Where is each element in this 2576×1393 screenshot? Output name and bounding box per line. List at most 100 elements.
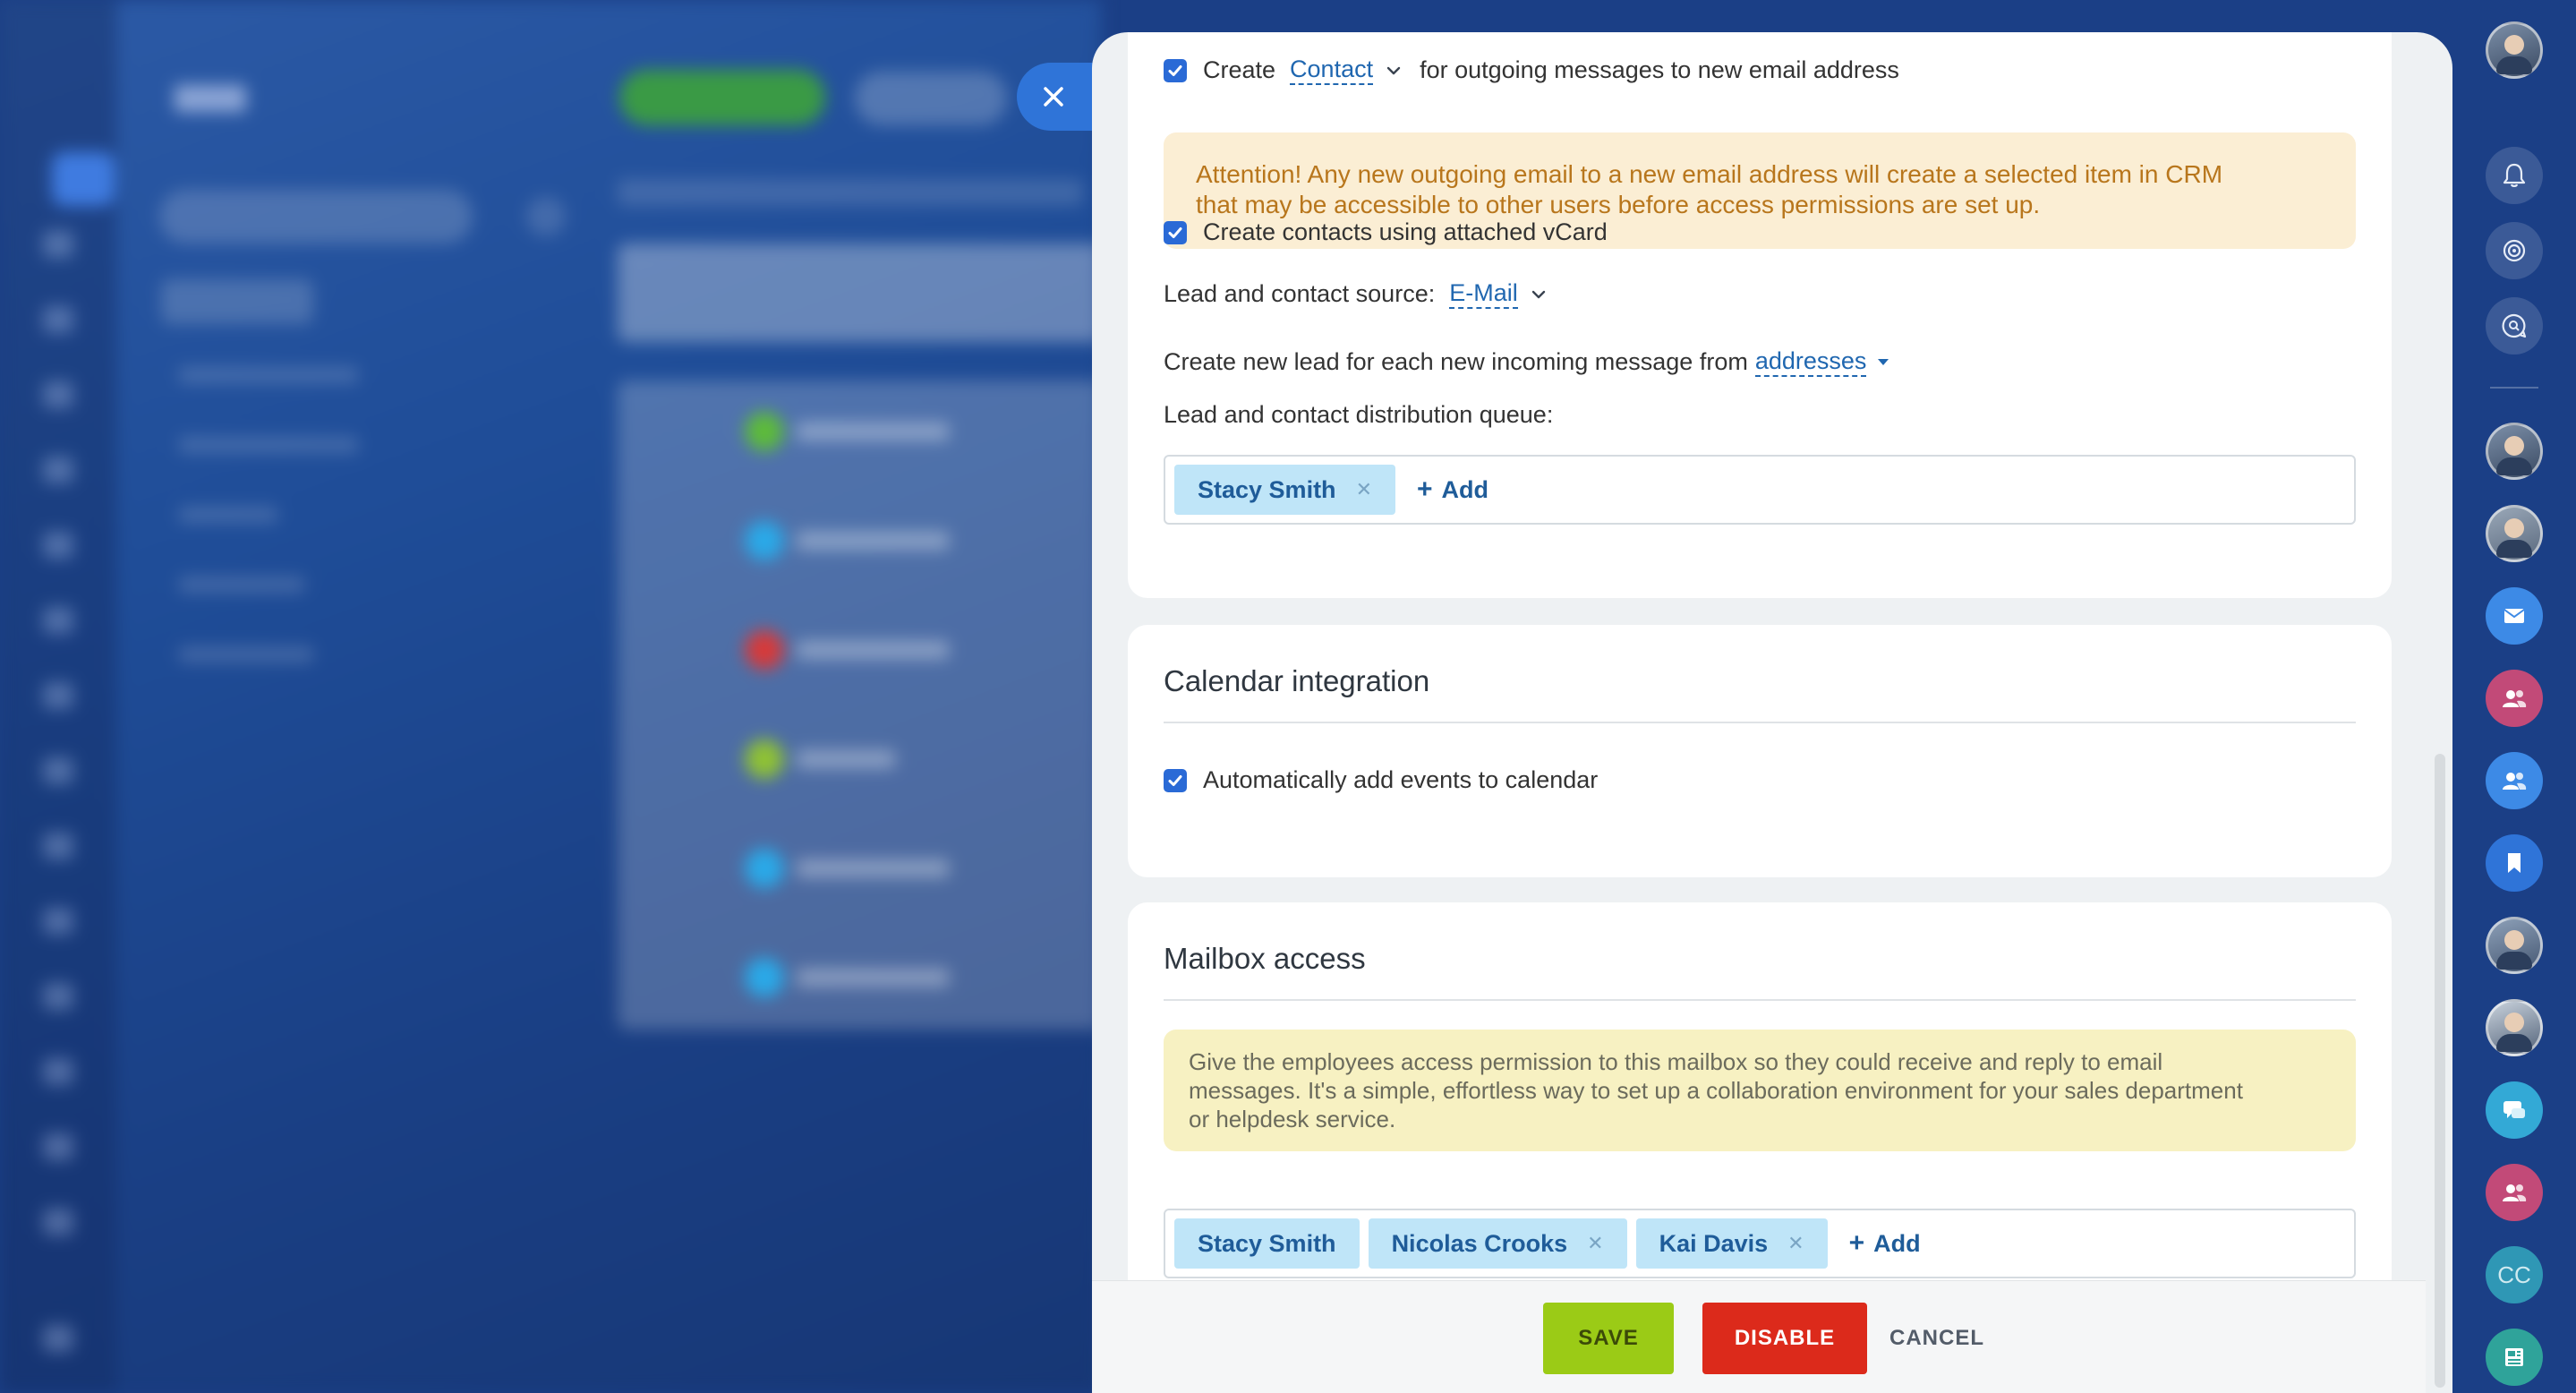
- background-row-avatar: [745, 739, 784, 779]
- chat-search-button[interactable]: [2486, 297, 2543, 355]
- new-lead-label: Create new lead for each new incoming me…: [1164, 348, 1748, 376]
- remove-icon[interactable]: ✕: [1787, 1232, 1804, 1255]
- background-list: [618, 380, 1101, 1030]
- mailbox-access-info: Give the employees access permission to …: [1164, 1030, 2356, 1151]
- background-toolbar: [618, 179, 1083, 206]
- notifications-button[interactable]: [2486, 147, 2543, 204]
- group-chat-button[interactable]: [2486, 670, 2543, 727]
- disable-button[interactable]: DISABLE: [1702, 1303, 1867, 1374]
- bookmark-icon: [2508, 853, 2521, 873]
- remove-icon[interactable]: ✕: [1356, 478, 1372, 501]
- contact-avatar[interactable]: [2486, 917, 2543, 974]
- chevron-down-icon[interactable]: [1384, 61, 1403, 81]
- group-chat-button[interactable]: [2486, 1164, 2543, 1221]
- background-row-text: [797, 532, 949, 550]
- newspaper-icon: [2505, 1348, 2523, 1366]
- chat-bubbles-icon: [2503, 1101, 2525, 1118]
- create-entity-checkbox[interactable]: [1164, 58, 1187, 82]
- save-button[interactable]: SAVE: [1543, 1303, 1674, 1374]
- background-nav-item: [179, 507, 277, 523]
- checkmark-icon: [1168, 774, 1182, 786]
- users-icon: [2503, 773, 2527, 790]
- source-select[interactable]: E-Mail: [1449, 279, 1518, 310]
- background-app: [0, 0, 1101, 1393]
- news-chat-button[interactable]: [2486, 1329, 2543, 1386]
- background-menu-icon: [43, 983, 73, 1010]
- user-chip-name: Kai Davis: [1659, 1229, 1769, 1257]
- goals-button[interactable]: [2486, 222, 2543, 279]
- chat-search-icon: [2502, 313, 2527, 338]
- close-icon: [1044, 87, 1063, 107]
- background-folder: [161, 279, 313, 324]
- background-row-avatar: [745, 958, 784, 997]
- user-avatar[interactable]: [2486, 21, 2543, 79]
- rail-divider: [2490, 387, 2538, 389]
- background-row-avatar: [745, 521, 784, 560]
- group-chat-avatar[interactable]: [2486, 505, 2543, 562]
- checkmark-icon: [1168, 64, 1182, 76]
- caret-down-icon[interactable]: [1877, 358, 1889, 367]
- queue-user-selector[interactable]: Stacy Smith ✕ + Add: [1164, 455, 2356, 525]
- info-line: messages. It's a simple, effortless way …: [1189, 1077, 2243, 1104]
- add-user-button[interactable]: + Add: [1417, 474, 1488, 505]
- panel-footer: SAVE DISABLE CANCEL: [1092, 1280, 2426, 1393]
- background-menu-icon: [43, 1133, 73, 1160]
- queue-row: Lead and contact distribution queue:: [1164, 401, 1553, 429]
- section-title: Mailbox access: [1164, 942, 1366, 975]
- panel-scrollbar[interactable]: [2435, 754, 2445, 1388]
- mailbox-user-selector[interactable]: Stacy Smith Nicolas Crooks ✕ Kai Davis ✕…: [1164, 1209, 2356, 1278]
- background-search: [159, 190, 473, 244]
- background-row-text: [797, 641, 949, 659]
- add-user-label: Add: [1873, 1229, 1921, 1257]
- open-lines-button[interactable]: [2486, 1081, 2543, 1139]
- auto-add-events-checkbox[interactable]: [1164, 768, 1187, 792]
- bookmarks-button[interactable]: [2486, 834, 2543, 892]
- group-chat-button[interactable]: [2486, 752, 2543, 809]
- info-line: Give the employees access permission to …: [1189, 1048, 2163, 1075]
- background-menu-icon: [43, 1058, 73, 1085]
- auto-add-events-label: Automatically add events to calendar: [1203, 766, 1599, 793]
- user-chip[interactable]: Nicolas Crooks ✕: [1368, 1218, 1627, 1269]
- user-chip[interactable]: Kai Davis ✕: [1635, 1218, 1828, 1269]
- mailbox-settings-panel: Create Contact for outgoing messages to …: [1092, 32, 2452, 1393]
- background-menu-icon: [43, 607, 73, 634]
- background-menu-icon: [52, 152, 115, 206]
- cc-chat-button[interactable]: CC: [2486, 1246, 2543, 1303]
- section-divider: [1164, 999, 2356, 1001]
- chevron-down-icon[interactable]: [1529, 285, 1548, 304]
- vcard-row: Create contacts using attached vCard: [1164, 218, 1608, 246]
- source-row: Lead and contact source: E-Mail: [1164, 279, 1548, 310]
- section-title: Calendar integration: [1164, 664, 1430, 697]
- attention-line: that may be accessible to other users be…: [1196, 191, 2041, 218]
- remove-icon[interactable]: ✕: [1587, 1232, 1603, 1255]
- background-menu-icon: [43, 381, 73, 408]
- background-menu-icon: [43, 833, 73, 859]
- users-icon: [2503, 690, 2527, 707]
- background-menu-icon: [43, 908, 73, 935]
- info-line: or helpdesk service.: [1189, 1106, 1396, 1132]
- add-user-button[interactable]: + Add: [1849, 1228, 1921, 1259]
- background-nav-item: [179, 646, 313, 662]
- background-row-text: [797, 750, 895, 768]
- background-menu-icon: [43, 682, 73, 709]
- background-nav-item: [179, 437, 358, 453]
- background-row-text: [797, 423, 949, 440]
- user-chip[interactable]: Stacy Smith: [1174, 1218, 1360, 1269]
- background-menu-icon: [43, 231, 73, 258]
- contact-avatar[interactable]: [2486, 999, 2543, 1056]
- user-chip[interactable]: Stacy Smith ✕: [1174, 465, 1395, 515]
- contact-avatar[interactable]: [2486, 423, 2543, 480]
- checkmark-icon: [1168, 226, 1182, 238]
- background-title: [175, 85, 246, 112]
- background-nav-item: [179, 367, 358, 383]
- new-lead-select[interactable]: addresses: [1754, 347, 1867, 378]
- background-nav-item: [179, 577, 304, 593]
- mail-chat-button[interactable]: [2486, 587, 2543, 645]
- add-user-label: Add: [1441, 475, 1489, 503]
- plus-icon: +: [1417, 474, 1433, 504]
- cancel-button[interactable]: CANCEL: [1883, 1303, 1991, 1374]
- plus-icon: +: [1848, 1228, 1865, 1258]
- vcard-checkbox[interactable]: [1164, 220, 1187, 244]
- background-menu-icon: [43, 1325, 73, 1352]
- create-entity-select[interactable]: Contact: [1290, 56, 1374, 86]
